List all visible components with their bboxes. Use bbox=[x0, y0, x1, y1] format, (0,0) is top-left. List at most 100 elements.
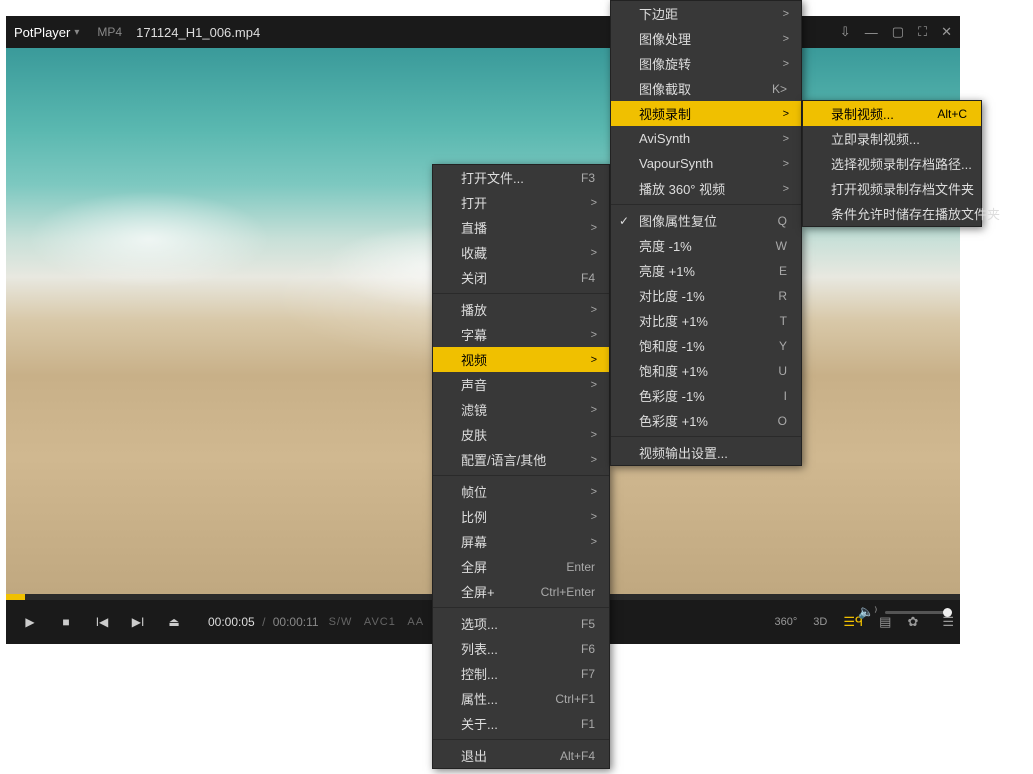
menu-item-label: 关于... bbox=[461, 714, 551, 733]
menu-separator bbox=[433, 475, 609, 476]
submenu-arrow-icon: > bbox=[591, 511, 597, 523]
video-menu-item[interactable]: 视频输出设置... bbox=[611, 440, 801, 465]
main-menu-item[interactable]: 打开文件...F3 bbox=[433, 165, 609, 190]
menu-item-label: 图像截取 bbox=[639, 79, 742, 98]
video-menu-item[interactable]: 饱和度 +1%U bbox=[611, 358, 801, 383]
time-duration: 00:00:11 bbox=[273, 615, 319, 629]
main-menu-item[interactable]: 屏幕> bbox=[433, 529, 609, 554]
pin-icon[interactable]: ⇩ bbox=[840, 24, 851, 40]
submenu-arrow-icon: > bbox=[591, 304, 597, 316]
record-menu-item[interactable]: 条件允许时储存在播放文件夹 bbox=[803, 201, 981, 226]
eject-button[interactable]: ⏏ bbox=[156, 604, 192, 640]
menu-item-shortcut: F1 bbox=[581, 717, 595, 731]
main-menu-item[interactable]: 播放> bbox=[433, 297, 609, 322]
fullscreen-icon[interactable]: ⛶ bbox=[918, 24, 927, 40]
prev-button[interactable]: I◀ bbox=[84, 604, 120, 640]
video-menu-item[interactable]: 色彩度 +1%O bbox=[611, 408, 801, 433]
app-name[interactable]: PotPlayer bbox=[14, 25, 70, 40]
video-menu-item[interactable]: 下边距> bbox=[611, 1, 801, 26]
3d-button[interactable]: 3D bbox=[813, 616, 827, 628]
menu-item-label: 全屏+ bbox=[461, 582, 511, 601]
video-menu-item[interactable]: 图像截取K> bbox=[611, 76, 801, 101]
main-menu-item[interactable]: 打开> bbox=[433, 190, 609, 215]
stop-button[interactable]: ■ bbox=[48, 604, 84, 640]
main-menu-item[interactable]: 列表...F6 bbox=[433, 636, 609, 661]
main-menu-item[interactable]: 字幕> bbox=[433, 322, 609, 347]
menu-item-shortcut: F3 bbox=[581, 171, 595, 185]
close-icon[interactable]: ✕ bbox=[941, 24, 952, 40]
context-menu-video: 下边距>图像处理>图像旋转>图像截取K>视频录制>AviSynth>Vapour… bbox=[610, 0, 802, 466]
menu-item-label: VapourSynth bbox=[639, 156, 787, 171]
time-current: 00:00:05 bbox=[208, 615, 255, 629]
menu-item-label: 属性... bbox=[461, 689, 525, 708]
main-menu-item[interactable]: 控制...F7 bbox=[433, 661, 609, 686]
video-menu-item[interactable]: 图像处理> bbox=[611, 26, 801, 51]
main-menu-item[interactable]: 关闭F4 bbox=[433, 265, 609, 290]
volume-control[interactable]: 🔈⁠⁾ bbox=[858, 604, 948, 620]
main-menu-item[interactable]: 帧位> bbox=[433, 479, 609, 504]
menu-item-label: 直播 bbox=[461, 218, 595, 237]
main-menu-item[interactable]: 属性...Ctrl+F1 bbox=[433, 686, 609, 711]
video-menu-item[interactable]: 色彩度 -1% I bbox=[611, 383, 801, 408]
main-menu-item[interactable]: 退出Alt+F4 bbox=[433, 743, 609, 768]
submenu-arrow-icon: > bbox=[591, 429, 597, 441]
360-button[interactable]: 360° bbox=[774, 616, 797, 628]
volume-icon[interactable]: 🔈⁠⁾ bbox=[858, 604, 877, 620]
menu-item-label: 饱和度 -1% bbox=[639, 336, 749, 355]
submenu-arrow-icon: > bbox=[783, 183, 789, 195]
record-menu-item[interactable]: 打开视频录制存档文件夹 bbox=[803, 176, 981, 201]
video-menu-item[interactable]: AviSynth> bbox=[611, 126, 801, 151]
video-menu-item[interactable]: 对比度 +1%T bbox=[611, 308, 801, 333]
main-menu-item[interactable]: 收藏> bbox=[433, 240, 609, 265]
check-icon: ✓ bbox=[619, 214, 629, 228]
menu-item-label: 色彩度 +1% bbox=[639, 411, 748, 430]
next-button[interactable]: ▶I bbox=[120, 604, 156, 640]
menu-item-shortcut: I bbox=[784, 389, 787, 403]
video-menu-item[interactable]: 亮度 +1%E bbox=[611, 258, 801, 283]
record-menu-item[interactable]: 录制视频...Alt+C bbox=[803, 101, 981, 126]
main-menu-item[interactable]: 全屏Enter bbox=[433, 554, 609, 579]
play-button[interactable]: ▶ bbox=[12, 604, 48, 640]
video-menu-item[interactable]: 播放 360° 视频> bbox=[611, 176, 801, 201]
menu-separator bbox=[433, 293, 609, 294]
video-menu-item[interactable]: 亮度 -1%W bbox=[611, 233, 801, 258]
main-menu-item[interactable]: 皮肤> bbox=[433, 422, 609, 447]
main-menu-item[interactable]: 全屏+Ctrl+Enter bbox=[433, 579, 609, 604]
progress-fill bbox=[6, 594, 25, 600]
app-dropdown-icon[interactable]: ▾ bbox=[74, 27, 79, 38]
context-menu-main: 打开文件...F3打开>直播>收藏>关闭F4播放>字幕>视频>声音>滤镜>皮肤>… bbox=[432, 164, 610, 769]
main-menu-item[interactable]: 滤镜> bbox=[433, 397, 609, 422]
menu-item-shortcut: U bbox=[778, 364, 787, 378]
video-menu-item[interactable]: VapourSynth> bbox=[611, 151, 801, 176]
submenu-arrow-icon: > bbox=[591, 454, 597, 466]
menu-item-label: 播放 360° 视频 bbox=[639, 179, 787, 198]
record-menu-item[interactable]: 选择视频录制存档路径... bbox=[803, 151, 981, 176]
menu-item-label: 亮度 -1% bbox=[639, 236, 746, 255]
menu-item-label: 字幕 bbox=[461, 325, 595, 344]
menu-item-label: 收藏 bbox=[461, 243, 595, 262]
menu-item-label: 色彩度 -1% bbox=[639, 386, 754, 405]
video-menu-item[interactable]: ✓图像属性复位Q bbox=[611, 208, 801, 233]
maximize-icon[interactable]: ▢ bbox=[892, 24, 904, 40]
menu-item-label: 播放 bbox=[461, 300, 595, 319]
video-menu-item[interactable]: 饱和度 -1%Y bbox=[611, 333, 801, 358]
submenu-arrow-icon: > bbox=[591, 536, 597, 548]
menu-item-label: 图像旋转 bbox=[639, 54, 787, 73]
video-menu-item[interactable]: 对比度 -1%R bbox=[611, 283, 801, 308]
menu-item-label: 帧位 bbox=[461, 482, 595, 501]
submenu-arrow-icon: > bbox=[783, 133, 789, 145]
main-menu-item[interactable]: 直播> bbox=[433, 215, 609, 240]
video-menu-item[interactable]: 图像旋转> bbox=[611, 51, 801, 76]
main-menu-item[interactable]: 视频> bbox=[433, 347, 609, 372]
video-menu-item[interactable]: 视频录制> bbox=[611, 101, 801, 126]
menu-item-label: 关闭 bbox=[461, 268, 551, 287]
menu-item-label: 对比度 +1% bbox=[639, 311, 750, 330]
main-menu-item[interactable]: 选项...F5 bbox=[433, 611, 609, 636]
menu-item-label: 选择视频录制存档路径... bbox=[831, 154, 972, 173]
main-menu-item[interactable]: 配置/语言/其他> bbox=[433, 447, 609, 472]
minimize-icon[interactable]: — bbox=[865, 25, 878, 40]
main-menu-item[interactable]: 关于... F1 bbox=[433, 711, 609, 736]
main-menu-item[interactable]: 比例> bbox=[433, 504, 609, 529]
record-menu-item[interactable]: 立即录制视频... bbox=[803, 126, 981, 151]
main-menu-item[interactable]: 声音> bbox=[433, 372, 609, 397]
